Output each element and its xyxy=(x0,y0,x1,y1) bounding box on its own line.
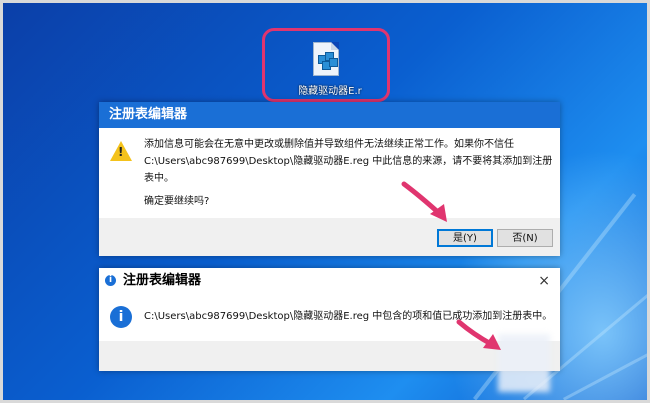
registry-file-icon[interactable] xyxy=(313,42,339,76)
yes-button[interactable]: 是(Y) xyxy=(437,229,493,247)
no-button[interactable]: 否(N) xyxy=(497,229,553,247)
close-icon[interactable]: × xyxy=(538,268,550,294)
info-icon: i xyxy=(110,306,132,328)
confirm-message-line2: C:\Users\abc987699\Desktop\隐藏驱动器E.reg 中此… xyxy=(144,156,553,167)
confirm-question: 确定要继续吗? xyxy=(144,196,210,207)
confirm-dialog-title: 注册表编辑器 xyxy=(99,102,560,128)
arrow-to-ok-icon xyxy=(456,319,501,350)
confirm-message-line1: 添加信息可能会在无意中更改或删除值并导致组件无法继续正常工作。如果你不信任 xyxy=(144,139,514,150)
confirm-message-line3: 表中。 xyxy=(144,173,174,184)
success-dialog-title: 注册表编辑器 xyxy=(123,273,202,288)
info-title-icon: i xyxy=(105,275,116,286)
success-dialog-titlebar: i 注册表编辑器 × xyxy=(99,268,560,294)
arrow-to-yes-icon xyxy=(401,181,447,222)
file-label[interactable]: 隐藏驱动器E.r xyxy=(290,82,370,97)
